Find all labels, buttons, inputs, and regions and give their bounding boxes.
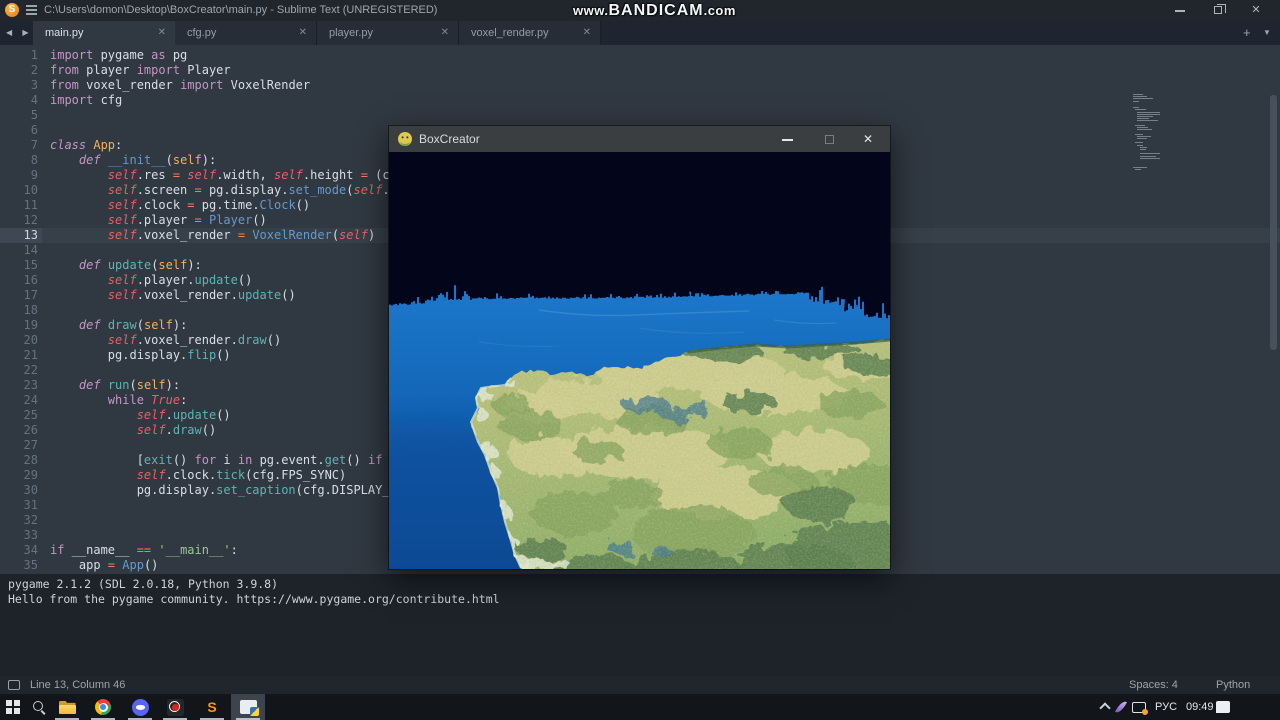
tab-close-icon[interactable]: ✕	[441, 21, 449, 45]
boxcreator-minimize-button[interactable]	[771, 126, 805, 152]
sublime-title-bar: S C:\Users\domon\Desktop\BoxCreator\main…	[0, 0, 1280, 21]
code-line[interactable]: 2 from player import Player	[0, 63, 1280, 78]
scrollbar[interactable]	[1270, 95, 1277, 350]
clock[interactable]: 09:49	[1186, 694, 1214, 720]
boxcreator-close-button[interactable]: ✕	[851, 126, 885, 152]
tray-feather-icon[interactable]	[1115, 699, 1127, 715]
bandicam-icon	[166, 698, 184, 716]
console-line: Hello from the pygame community. https:/…	[8, 592, 500, 606]
minimize-button[interactable]	[1165, 0, 1195, 21]
notification-icon[interactable]	[1216, 701, 1230, 713]
console-line: pygame 2.1.2 (SDL 2.0.18, Python 3.9.8)	[8, 577, 279, 591]
code-line[interactable]: 3 from voxel_render import VoxelRender	[0, 78, 1280, 93]
selection-icon[interactable]	[8, 680, 20, 690]
boxcreator-title: BoxCreator	[419, 132, 480, 146]
code-line[interactable]: 4 import cfg	[0, 93, 1280, 108]
tab-overflow-icon[interactable]: ▼	[1263, 21, 1271, 45]
window-title: C:\Users\domon\Desktop\BoxCreator\main.p…	[44, 4, 438, 16]
code-line[interactable]: 5	[0, 108, 1280, 123]
search-icon	[32, 700, 47, 715]
tray-display-icon[interactable]	[1132, 702, 1148, 715]
python-app-icon	[239, 700, 259, 716]
pygame-app-button[interactable]	[231, 694, 265, 720]
folder-icon	[58, 701, 76, 714]
boxcreator-window[interactable]: BoxCreator ✕	[389, 126, 890, 569]
tab-close-icon[interactable]: ✕	[158, 21, 166, 45]
taskbar: S РУС 09:49	[0, 694, 1280, 720]
tab-close-icon[interactable]: ✕	[583, 21, 591, 45]
discord-icon	[131, 698, 149, 716]
tab-cfg-py[interactable]: cfg.py ✕	[175, 21, 317, 45]
syntax-mode[interactable]: Python	[1216, 676, 1250, 694]
cursor-position: Line 13, Column 46	[30, 679, 126, 691]
tab-player-py[interactable]: player.py ✕	[317, 21, 459, 45]
boxcreator-maximize-button[interactable]	[813, 126, 847, 152]
indent-setting[interactable]: Spaces: 4	[1129, 676, 1178, 694]
new-tab-button[interactable]: +	[1243, 21, 1251, 45]
chrome-icon	[95, 699, 111, 715]
restore-button[interactable]	[1203, 0, 1233, 21]
sublime-text-button[interactable]: S	[199, 694, 225, 720]
sublime-logo-icon: S	[5, 3, 19, 17]
tab-nav-arrows[interactable]: ◀ ▶	[6, 21, 33, 45]
tab-voxel-render-py[interactable]: voxel_render.py ✕	[459, 21, 601, 45]
menu-icon[interactable]	[26, 5, 37, 15]
voxel-terrain-render	[389, 152, 890, 569]
boxcreator-title-bar[interactable]: BoxCreator ✕	[389, 126, 890, 152]
tab-close-icon[interactable]: ✕	[299, 21, 307, 45]
minimap[interactable]	[1133, 92, 1203, 172]
code-line[interactable]: 1 import pygame as pg	[0, 48, 1280, 63]
start-button[interactable]	[0, 694, 26, 720]
bandicam-button[interactable]	[162, 694, 188, 720]
chrome-button[interactable]	[90, 694, 116, 720]
console-panel[interactable]: pygame 2.1.2 (SDL 2.0.18, Python 3.9.8) …	[0, 574, 1280, 676]
close-button[interactable]: ✕	[1241, 0, 1271, 21]
tab-bar: ◀ ▶ main.py ✕ cfg.py ✕ player.py ✕ voxel_re…	[0, 21, 1280, 45]
bandicam-watermark: www.BANDICAM.com	[573, 2, 736, 19]
tray-expand-icon[interactable]	[1099, 702, 1111, 714]
pygame-icon	[398, 132, 412, 146]
sublime-icon: S	[207, 699, 217, 715]
search-button[interactable]	[26, 694, 52, 720]
tab-main-py[interactable]: main.py ✕	[33, 21, 175, 45]
windows-logo-icon	[6, 700, 20, 714]
status-bar: Line 13, Column 46 Spaces: 4 Python	[0, 676, 1280, 694]
file-explorer-button[interactable]	[54, 694, 80, 720]
discord-button[interactable]	[127, 694, 153, 720]
language-indicator[interactable]: РУС	[1155, 694, 1177, 720]
